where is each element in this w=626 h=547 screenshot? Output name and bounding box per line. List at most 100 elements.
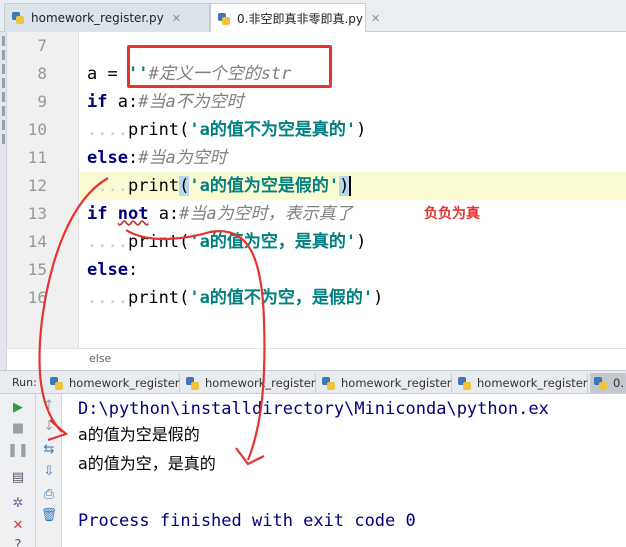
line-number: 16	[27, 288, 47, 307]
code-function: print(	[127, 120, 190, 140]
close-icon[interactable]: ✕	[371, 12, 380, 25]
code-line-9[interactable]: if a:#当a不为空时	[87, 88, 244, 116]
line-number: 14	[27, 232, 47, 251]
indent-dots: ....	[87, 288, 128, 308]
python-file-icon	[11, 11, 25, 25]
scroll-to-end-icon[interactable]: ⇩	[41, 464, 57, 480]
code-function: print(	[127, 232, 190, 252]
run-tab-label: 0.	[613, 376, 624, 390]
run-toolbar: ▶ ■ ❚❚ ▤ ✲ ✕ ?	[0, 394, 36, 547]
run-tab[interactable]: homework_register	[454, 373, 588, 393]
run-console[interactable]: D:\python\installdirectory\Miniconda\pyt…	[62, 394, 626, 547]
highlight-box	[127, 45, 332, 88]
line-number: 7	[37, 36, 47, 55]
soft-wrap-icon[interactable]: ⇆	[41, 442, 57, 458]
python-run-icon	[50, 376, 63, 390]
debug-icon[interactable]: ✲	[10, 496, 26, 512]
code-operator: =	[97, 64, 128, 84]
close-icon[interactable]: ✕	[172, 12, 181, 25]
code-line-11[interactable]: else:#当a为空时	[87, 144, 227, 172]
code-string: 'a的值为空是假的'	[189, 176, 340, 196]
python-file-icon	[217, 12, 231, 26]
run-label: Run:	[12, 376, 37, 389]
code-text: )	[356, 120, 367, 140]
text-cursor	[349, 176, 352, 196]
line-number: 12	[27, 176, 47, 195]
run-tab-label: homework_register	[205, 376, 316, 390]
rerun-icon[interactable]: ▶	[10, 400, 26, 416]
structure-strip[interactable]	[0, 32, 7, 372]
breadcrumb-item[interactable]: else	[89, 352, 111, 365]
line-number: 9	[37, 92, 47, 111]
code-keyword-not: not	[117, 204, 149, 224]
stop-icon[interactable]: ■	[10, 421, 26, 437]
python-run-icon	[186, 376, 199, 390]
matched-paren: (	[179, 176, 190, 196]
run-tab[interactable]: homework_register	[182, 373, 316, 393]
code-text: )	[373, 288, 384, 308]
help-icon[interactable]: ?	[10, 538, 26, 547]
code-line-13[interactable]: if not a:#当a为空时，表示真了	[87, 200, 353, 228]
tab-current-file[interactable]: 0.非空即真非零即真.py ✕	[210, 3, 380, 33]
editor-tab-bar: homework_register.py ✕ 0.非空即真非零即真.py ✕	[0, 0, 626, 33]
code-keyword: if	[87, 92, 108, 112]
run-tab-bar: Run: homework_register homework_register…	[0, 370, 626, 394]
console-toolbar: ↑ ↓ ⇆ ⇩ ⎙ 🗑	[36, 394, 62, 547]
line-number: 8	[37, 64, 47, 83]
code-comment: #当a为空时，表示真了	[179, 204, 353, 224]
console-exit-message: Process finished with exit code 0	[78, 511, 416, 531]
code-text: a:	[107, 92, 139, 112]
code-text: )	[356, 232, 367, 252]
indent-dots: ....	[87, 232, 128, 252]
run-tab-active[interactable]: 0.	[590, 373, 626, 393]
line-number: 11	[27, 148, 47, 167]
line-number: 10	[27, 120, 47, 139]
code-keyword: if	[87, 204, 108, 224]
code-line-16[interactable]: ....print('a的值不为空，是假的')	[87, 284, 383, 312]
code-text: :	[127, 260, 139, 280]
arrow-up-icon[interactable]: ↑	[41, 398, 57, 414]
code-function: print	[127, 176, 180, 196]
code-text: a:	[148, 204, 180, 224]
code-line-15[interactable]: else:	[87, 256, 138, 284]
tab-label: homework_register.py	[31, 11, 164, 25]
print-icon[interactable]: ⎙	[41, 487, 57, 503]
code-string: 'a的值不为空是真的'	[189, 120, 357, 140]
run-tab-label: homework_register	[341, 376, 452, 390]
line-number: 15	[27, 260, 47, 279]
breadcrumb[interactable]: else	[7, 348, 626, 370]
code-text: :	[127, 148, 139, 168]
code-keyword: else	[87, 260, 128, 280]
tab-label: 0.非空即真非零即真.py	[237, 12, 363, 26]
annotation-text: 负负为真	[424, 206, 480, 222]
code-var: a	[87, 64, 98, 84]
tab-homework-register[interactable]: homework_register.py ✕	[4, 3, 210, 32]
code-comment: #当a不为空时	[138, 92, 244, 112]
python-run-icon	[458, 376, 471, 390]
run-tab[interactable]: homework_register	[318, 373, 452, 393]
trash-icon[interactable]: 🗑	[41, 508, 58, 524]
code-string: 'a的值为空，是真的'	[189, 232, 357, 252]
layout-icon[interactable]: ▤	[10, 470, 26, 486]
code-line-10[interactable]: ....print('a的值不为空是真的')	[87, 116, 366, 144]
close-icon[interactable]: ✕	[10, 518, 26, 534]
code-line-14[interactable]: ....print('a的值为空，是真的')	[87, 228, 366, 256]
code-string: 'a的值不为空，是假的'	[189, 288, 374, 308]
run-tab-label: homework_register	[69, 376, 180, 390]
run-tab[interactable]: homework_register	[46, 373, 180, 393]
line-number: 13	[27, 204, 47, 223]
code-line-12[interactable]: ....print('a的值为空是假的')	[87, 172, 352, 200]
python-run-icon	[594, 376, 607, 390]
pause-icon[interactable]: ❚❚	[7, 443, 29, 459]
arrow-down-icon[interactable]: ↓	[41, 419, 57, 435]
console-output-line: a的值为空，是真的	[78, 454, 216, 473]
python-run-icon	[322, 376, 335, 390]
indent-dots: ....	[87, 120, 128, 140]
run-tab-label: homework_register	[477, 376, 588, 390]
code-comment: #当a为空时	[138, 148, 227, 168]
indent-dots: ....	[87, 176, 128, 196]
console-output-line: a的值为空是假的	[78, 425, 200, 444]
code-function: print(	[127, 288, 190, 308]
matched-paren: )	[339, 176, 350, 196]
code-keyword: else	[87, 148, 128, 168]
